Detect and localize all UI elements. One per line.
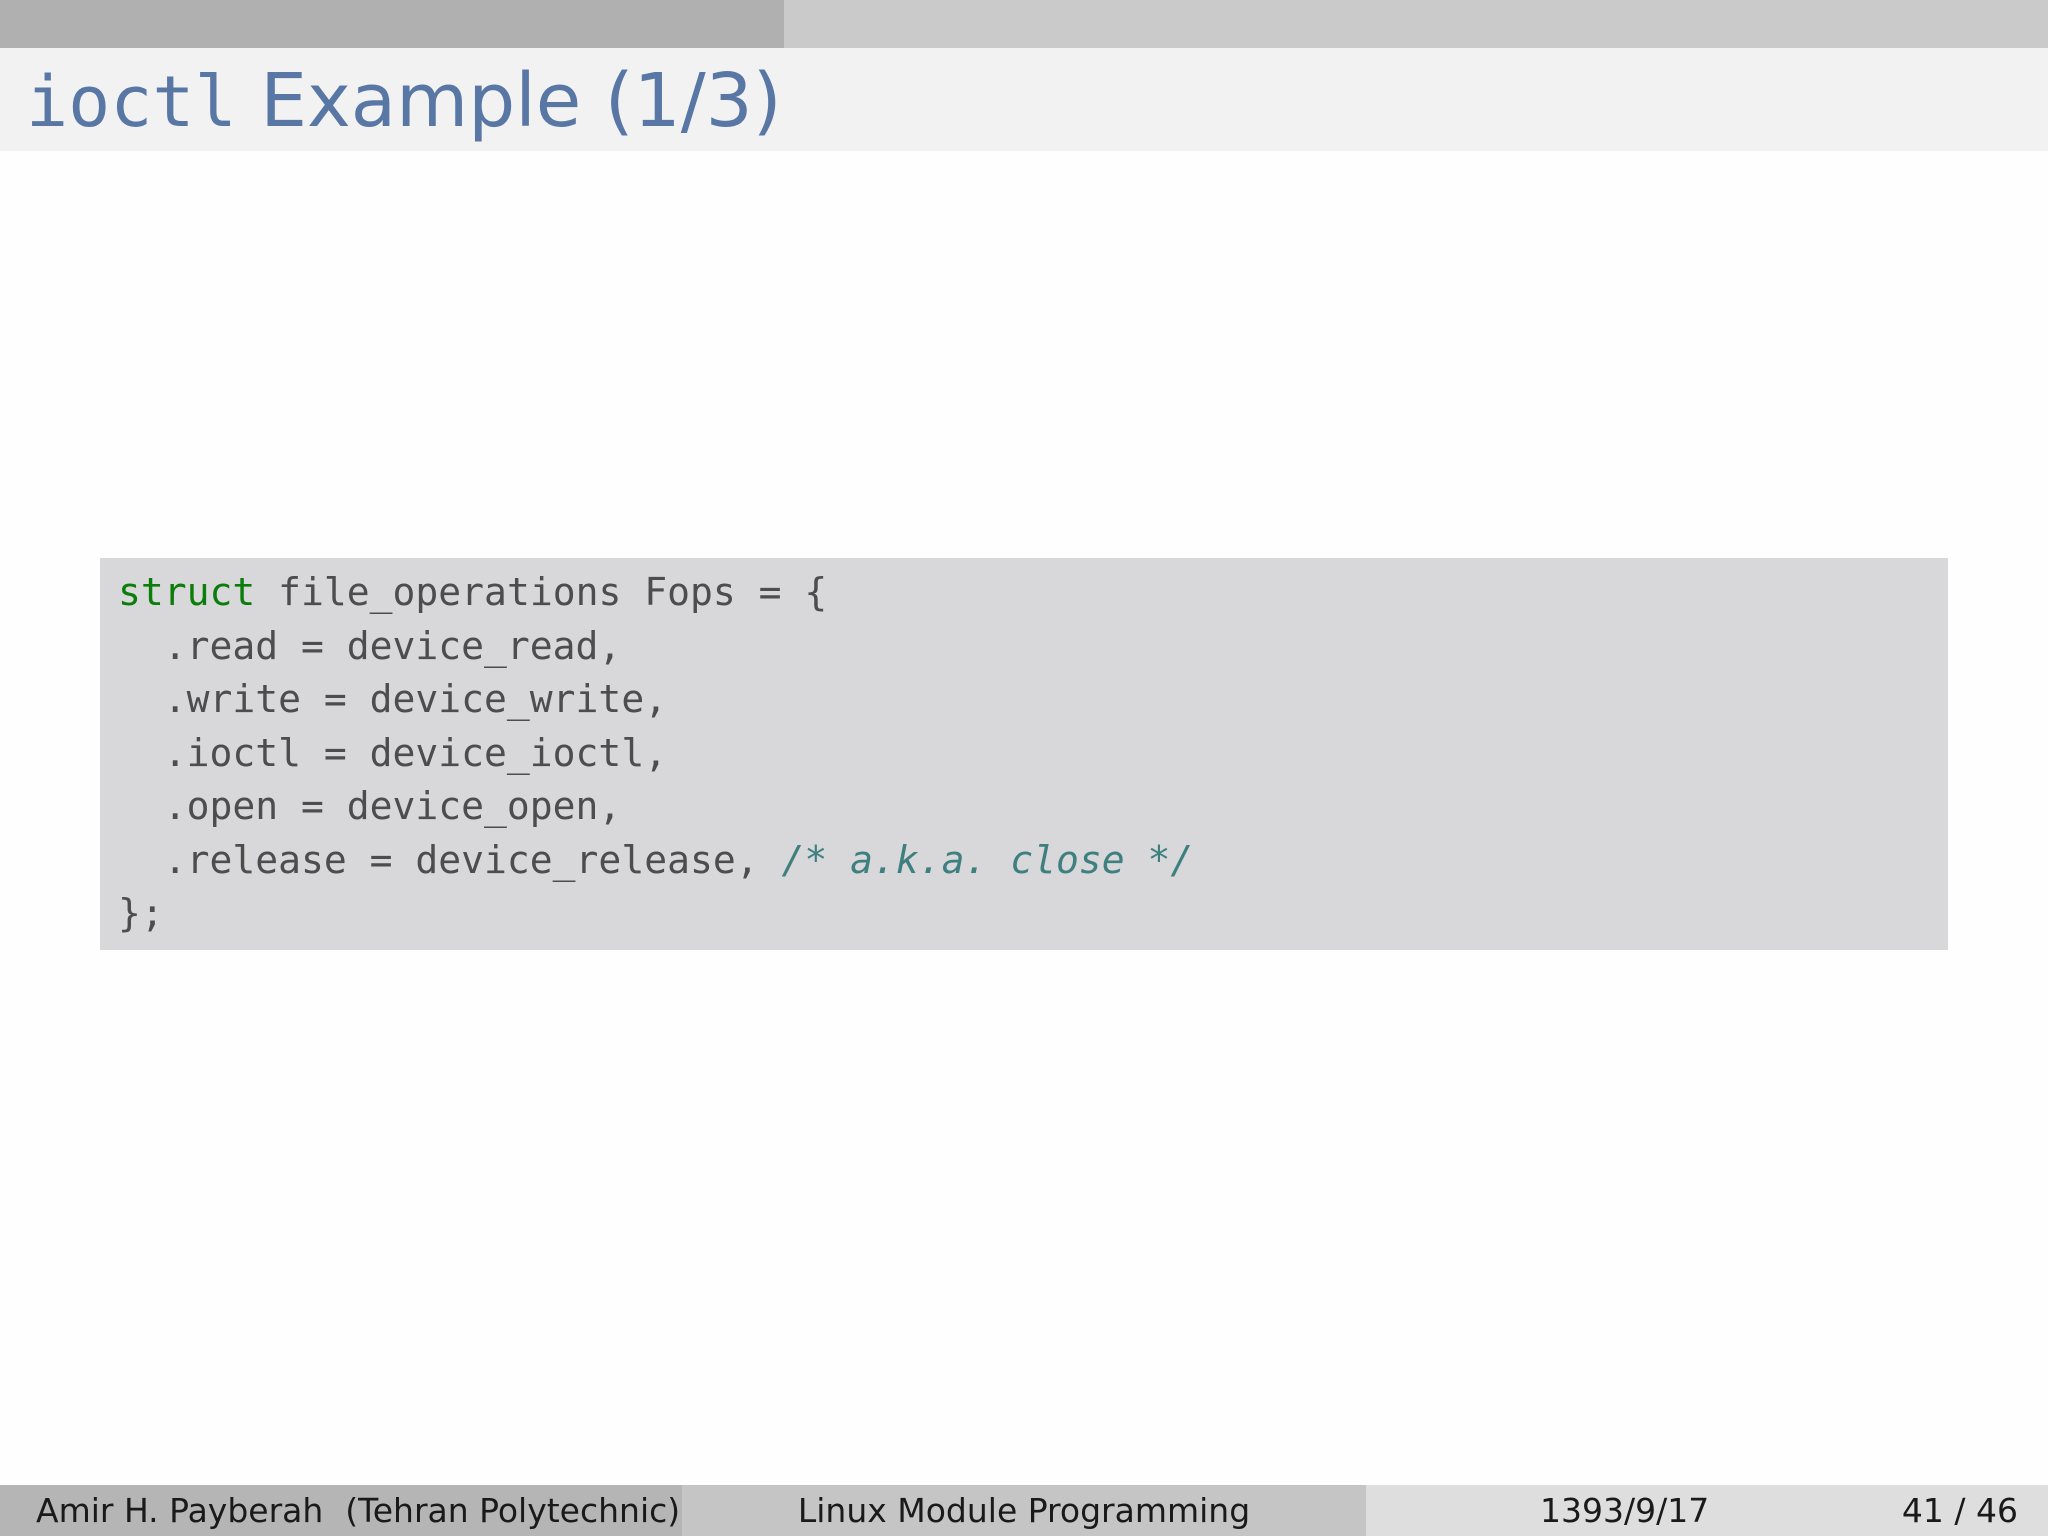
progress-bar [0, 0, 2048, 48]
footer: Amir H. Payberah (Tehran Polytechnic) Lin… [0, 1485, 2048, 1536]
code-text: .open = device_open, [118, 784, 622, 828]
footer-talk-title: Linux Module Programming [797, 1491, 1251, 1530]
slide-title-text: Example (1/3) [236, 58, 782, 144]
footer-date: 1393/9/17 [1540, 1491, 1710, 1530]
footer-author: Amir H. Payberah [36, 1491, 324, 1530]
code-text: .write = device_write, [118, 677, 668, 721]
slide: ioctl Example (1/3) struct file_operatio… [0, 0, 2048, 1536]
code-keyword: struct [118, 570, 256, 614]
code-text: .ioctl = device_ioctl, [118, 730, 668, 775]
code-line: }; [118, 887, 1948, 941]
code-text: .release = device_release, [118, 837, 782, 882]
code-line: .open = device_open, [118, 780, 1948, 834]
code-comment: /* a.k.a. close */ [781, 837, 1194, 882]
code-text: file_operations Fops = { [255, 570, 828, 614]
footer-page-number: 41 / 46 [1901, 1491, 2018, 1530]
footer-author-section: Amir H. Payberah (Tehran Polytechnic) [0, 1485, 682, 1536]
code-block: struct file_operations Fops = { .read = … [100, 558, 1948, 950]
slide-title-code: ioctl [26, 61, 237, 143]
footer-title-section: Linux Module Programming [682, 1485, 1366, 1536]
code-text: }; [118, 891, 164, 935]
footer-info-section: 1393/9/17 41 / 46 [1366, 1485, 2048, 1536]
code-line: .ioctl = device_ioctl, [118, 727, 1948, 781]
code-line: .release = device_release, /* a.k.a. clo… [118, 834, 1948, 888]
code-line: .read = device_read, [118, 620, 1948, 674]
code-text: .read = device_read, [118, 623, 622, 668]
code-line: struct file_operations Fops = { [118, 566, 1948, 620]
footer-affiliation: (Tehran Polytechnic) [345, 1491, 681, 1530]
slide-title: ioctl Example (1/3) [26, 50, 782, 153]
progress-fill [0, 0, 785, 48]
code-line: .write = device_write, [118, 673, 1948, 727]
